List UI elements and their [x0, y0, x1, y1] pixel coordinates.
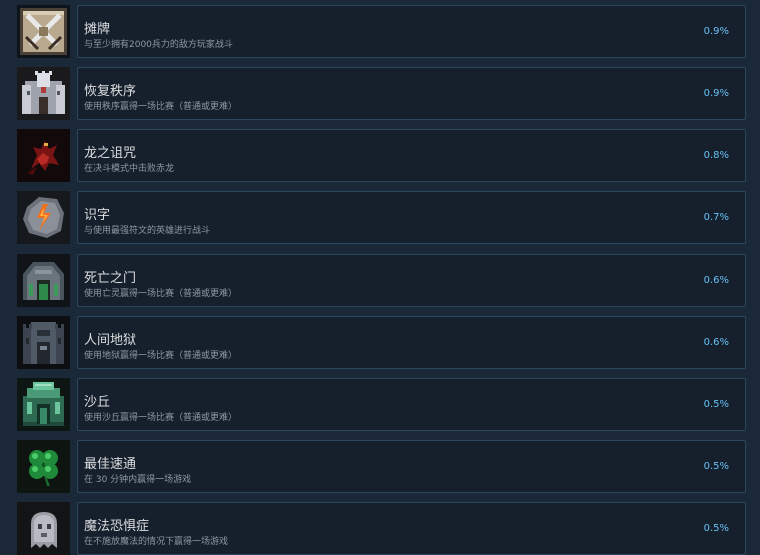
achievement-title: 摊牌 [84, 22, 111, 37]
rune-stone-icon [17, 191, 70, 244]
achievement-description: 在不施放魔法的情况下赢得一场游戏 [84, 537, 229, 547]
unlock-percentage: 0.5% [703, 523, 729, 534]
achievement-row-showdown[interactable]: 摊牌 与至少拥有2000兵力的敌方玩家战斗 0.9% [17, 5, 746, 58]
sand-temple-icon [17, 378, 70, 431]
achievement-title: 识字 [84, 208, 111, 223]
unlock-percentage: 0.5% [703, 399, 729, 410]
achievement-row-speedrun[interactable]: 最佳速通 在 30 分钟内赢得一场游戏 0.5% [17, 440, 746, 493]
achievement-title: 魔法恐惧症 [84, 519, 150, 534]
achievement-row-dune[interactable]: 沙丘 使用沙丘赢得一场比赛（普通或更难） 0.5% [17, 378, 746, 431]
achievement-row-dragon-curse[interactable]: 龙之诅咒 在决斗模式中击败赤龙 0.8% [17, 129, 746, 182]
unlock-percentage: 0.9% [703, 88, 729, 99]
achievement-row-magic-phobia[interactable]: 魔法恐惧症 在不施放魔法的情况下赢得一场游戏 0.5% [17, 502, 746, 555]
unlock-percentage: 0.6% [703, 337, 729, 348]
achievement-title: 恢复秩序 [84, 84, 137, 99]
achievement-panel: 沙丘 使用沙丘赢得一场比赛（普通或更难） 0.5% [77, 378, 746, 431]
achievement-row-hell-on-earth[interactable]: 人间地狱 使用地狱赢得一场比赛（普通或更难） 0.6% [17, 316, 746, 369]
achievement-description: 与使用最强符文的英雄进行战斗 [84, 226, 211, 236]
clover-icon [17, 440, 70, 493]
necropolis-icon [17, 254, 70, 307]
achievement-title: 死亡之门 [84, 271, 137, 286]
achievement-panel: 摊牌 与至少拥有2000兵力的敌方玩家战斗 0.9% [77, 5, 746, 58]
achievement-description: 在 30 分钟内赢得一场游戏 [84, 475, 192, 485]
achievement-panel: 龙之诅咒 在决斗模式中击败赤龙 0.8% [77, 129, 746, 182]
unlock-percentage: 0.6% [703, 275, 729, 286]
achievement-description: 与至少拥有2000兵力的敌方玩家战斗 [84, 40, 233, 50]
unlock-percentage: 0.9% [703, 26, 729, 37]
inferno-tower-icon [17, 316, 70, 369]
unlock-percentage: 0.5% [703, 461, 729, 472]
achievement-panel: 人间地狱 使用地狱赢得一场比赛（普通或更难） 0.6% [77, 316, 746, 369]
achievement-description: 使用亡灵赢得一场比赛（普通或更难） [84, 289, 238, 299]
achievement-panel: 识字 与使用最强符文的英雄进行战斗 0.7% [77, 191, 746, 244]
achievement-panel: 恢复秩序 使用秩序赢得一场比赛（普通或更难） 0.9% [77, 67, 746, 120]
achievement-title: 人间地狱 [84, 333, 137, 348]
achievement-panel: 魔法恐惧症 在不施放魔法的情况下赢得一场游戏 0.5% [77, 502, 746, 555]
achievement-list: 摊牌 与至少拥有2000兵力的敌方玩家战斗 0.9% 恢复秩序 使用秩序赢得一场… [0, 0, 760, 555]
achievement-description: 使用秩序赢得一场比赛（普通或更难） [84, 102, 238, 112]
achievement-description: 使用沙丘赢得一场比赛（普通或更难） [84, 413, 238, 423]
crossed-swords-icon [17, 5, 70, 58]
red-dragon-icon [17, 129, 70, 182]
unlock-percentage: 0.7% [703, 212, 729, 223]
achievement-description: 使用地狱赢得一场比赛（普通或更难） [84, 351, 238, 361]
achievement-row-restore-order[interactable]: 恢复秩序 使用秩序赢得一场比赛（普通或更难） 0.9% [17, 67, 746, 120]
achievement-title: 沙丘 [84, 395, 111, 410]
achievement-panel: 死亡之门 使用亡灵赢得一场比赛（普通或更难） 0.6% [77, 254, 746, 307]
unlock-percentage: 0.8% [703, 150, 729, 161]
achievement-panel: 最佳速通 在 30 分钟内赢得一场游戏 0.5% [77, 440, 746, 493]
achievement-title: 龙之诅咒 [84, 146, 137, 161]
achievement-description: 在决斗模式中击败赤龙 [84, 164, 175, 174]
achievement-row-death-gate[interactable]: 死亡之门 使用亡灵赢得一场比赛（普通或更难） 0.6% [17, 254, 746, 307]
castle-icon [17, 67, 70, 120]
achievement-row-literacy[interactable]: 识字 与使用最强符文的英雄进行战斗 0.7% [17, 191, 746, 244]
achievement-title: 最佳速通 [84, 457, 137, 472]
ghost-icon [17, 502, 70, 555]
